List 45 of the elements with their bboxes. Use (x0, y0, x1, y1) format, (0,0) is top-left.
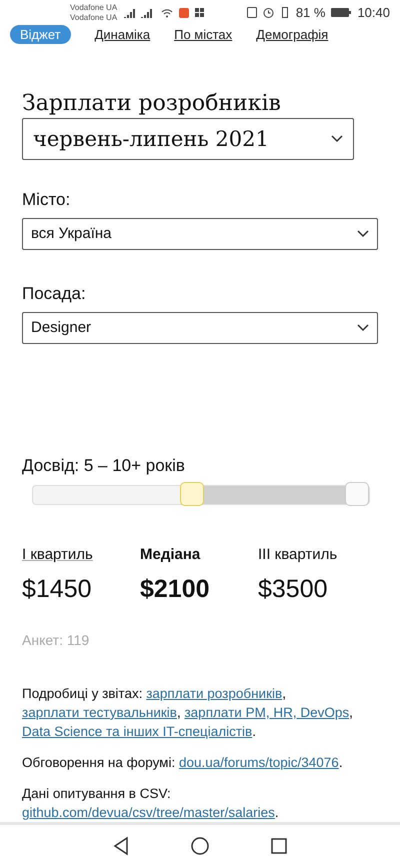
battery-icon (331, 8, 352, 18)
report-link[interactable]: dou.ua/forums/topic/34076 (178, 754, 339, 770)
note-paragraph: Дані опитування в CSV: github.com/devua/csv/tree/master/salaries. (22, 784, 280, 822)
wifi-icon (161, 8, 174, 18)
report-link[interactable]: зарплати розробників (146, 686, 282, 701)
filter-label: Посада: (22, 284, 87, 304)
recents-icon[interactable] (271, 838, 287, 854)
stat-label: I квартиль (22, 546, 93, 563)
range-slider[interactable] (32, 482, 370, 508)
app-icon (179, 8, 190, 18)
report-link[interactable]: зарплати PM, HR, DevOps (184, 704, 350, 720)
note-paragraph: Обговорення на форумі: dou.ua/forums/topic/34076. (22, 754, 344, 772)
carrier-name: Vodafone UA (70, 12, 118, 23)
report-link[interactable]: github.com/devua/csv/tree/master/salaries (22, 804, 275, 820)
stat-label: Медіана (140, 546, 200, 563)
page-title: Зарплати розробників (22, 90, 282, 116)
tab[interactable]: Віджет (10, 25, 71, 44)
grid-icon (195, 8, 204, 18)
filter-select[interactable]: Designer (22, 312, 378, 344)
stat-label: III квартиль (258, 546, 338, 563)
note-paragraph: Подробиці у звітах: зарплати розробників, зарплати тестувальників, зарплати PM, HR, DevOps, Data Science та інших IT-спеціалістів. (22, 684, 354, 741)
back-icon[interactable] (113, 836, 129, 855)
stat-value: $1450 (22, 574, 92, 604)
chevron-icon (331, 134, 343, 143)
stat-value: $3500 (258, 574, 328, 604)
experience-label: Досвід: 5 – 10+ років (22, 456, 186, 476)
filter-select[interactable]: вся Україна (22, 218, 378, 250)
tab[interactable]: Динаміка (94, 25, 150, 44)
battery-percent: 81 % (296, 5, 326, 20)
tab[interactable]: По містах (174, 25, 232, 44)
clock-time: 10:40 (357, 5, 390, 20)
slider-handle[interactable] (345, 482, 369, 506)
report-link[interactable]: Data Science та інших IT-спеціалістів (22, 724, 252, 739)
report-link[interactable]: зарплати тестувальників (22, 704, 177, 720)
home-icon[interactable] (191, 836, 209, 855)
response-count: Анкет: 119 (22, 632, 90, 648)
stat-value: $2100 (140, 574, 210, 604)
filter-label: Місто: (22, 190, 72, 210)
chevron-icon (357, 230, 369, 238)
carrier-name: Vodafone UA (70, 2, 118, 13)
tab[interactable]: Демографія (256, 25, 328, 44)
slider-handle[interactable] (180, 482, 204, 506)
chevron-icon (357, 324, 369, 332)
period-select[interactable]: червень-липень 2021 (22, 118, 354, 160)
alarm-icon (262, 7, 274, 18)
